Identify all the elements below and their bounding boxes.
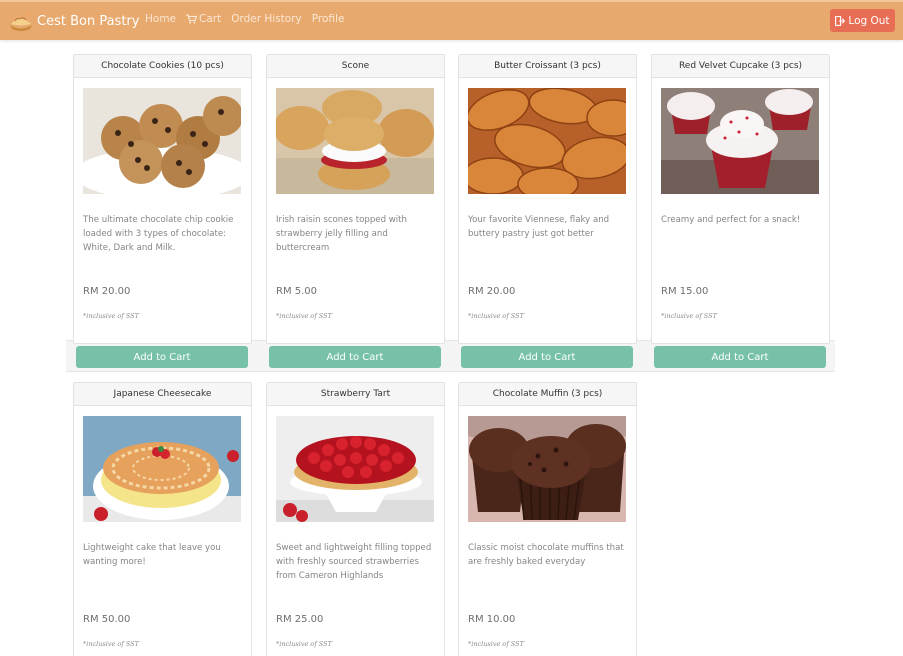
product-card: Butter Croissant (3 pcs) Your favorite V… [458, 54, 637, 344]
product-name: Red Velvet Cupcake (3 pcs) [652, 55, 829, 78]
sst-note: *inclusive of SST [468, 640, 524, 648]
pastry-logo-icon [10, 12, 32, 31]
product-card: Chocolate Muffin (3 pcs) Classic moist c… [458, 382, 637, 656]
product-price: RM 20.00 [83, 286, 131, 297]
logout-button[interactable]: Log Out [830, 9, 895, 32]
product-name: Strawberry Tart [267, 383, 444, 406]
nav-profile-link[interactable]: Profile [312, 13, 345, 25]
sst-note: *inclusive of SST [661, 312, 717, 320]
product-image-muffin [468, 416, 626, 522]
sst-note: *inclusive of SST [83, 312, 139, 320]
product-description: Sweet and lightweight filling topped wit… [276, 543, 432, 581]
logout-label: Log Out [848, 14, 890, 27]
add-to-cart-button[interactable]: Add to Cart [269, 346, 441, 368]
product-name: Butter Croissant (3 pcs) [459, 55, 636, 78]
product-price: RM 15.00 [661, 286, 709, 297]
product-price: RM 5.00 [276, 286, 318, 297]
logout-icon [835, 15, 846, 26]
brand-name: Cest Bon Pastry [37, 13, 140, 29]
nav-links: Home Cart Order History Profile [145, 13, 344, 25]
product-card: Chocolate Cookies (10 pcs) The ultimate … [73, 54, 252, 344]
add-to-cart-button[interactable]: Add to Cart [461, 346, 633, 368]
product-card: Scone Irish raisin scones topped with st… [266, 54, 445, 344]
product-image-croissant [468, 88, 626, 194]
sst-note: *inclusive of SST [276, 640, 332, 648]
nav-home-link[interactable]: Home [145, 13, 176, 25]
sst-note: *inclusive of SST [468, 312, 524, 320]
product-description: Your favorite Viennese, flaky and butter… [468, 215, 610, 239]
navbar: Cest Bon Pastry Home Cart Order History … [0, 0, 903, 40]
nav-order-history-link[interactable]: Order History [231, 13, 302, 25]
nav-cart-link[interactable]: Cart [186, 13, 221, 25]
cart-icon [186, 14, 198, 24]
product-description: Classic moist chocolate muffins that are… [468, 543, 624, 567]
product-description: Irish raisin scones topped with strawber… [276, 215, 407, 253]
product-image-cookies [83, 88, 241, 194]
add-to-cart-button[interactable]: Add to Cart [654, 346, 826, 368]
product-name: Scone [267, 55, 444, 78]
product-card: Red Velvet Cupcake (3 pcs) Creamy and pe… [651, 54, 830, 344]
product-price: RM 20.00 [468, 286, 516, 297]
product-name: Japanese Cheesecake [74, 383, 251, 406]
product-description: The ultimate chocolate chip cookie loade… [83, 215, 234, 253]
product-image-scone [276, 88, 434, 194]
product-card: Strawberry Tart Sweet and lightweight fi… [266, 382, 445, 656]
product-name: Chocolate Muffin (3 pcs) [459, 383, 636, 406]
product-image-cheesecake [83, 416, 241, 522]
product-price: RM 25.00 [276, 614, 324, 625]
product-name: Chocolate Cookies (10 pcs) [74, 55, 251, 78]
product-image-strawberry-tart [276, 416, 434, 522]
product-description: Creamy and perfect for a snack! [661, 215, 801, 225]
sst-note: *inclusive of SST [83, 640, 139, 648]
sst-note: *inclusive of SST [276, 312, 332, 320]
brand-link[interactable]: Cest Bon Pastry [8, 9, 139, 33]
add-to-cart-button[interactable]: Add to Cart [76, 346, 248, 368]
nav-cart-label: Cart [199, 13, 222, 25]
product-price: RM 10.00 [468, 614, 516, 625]
product-card: Japanese Cheesecake Lightweight cake tha… [73, 382, 252, 656]
product-price: RM 50.00 [83, 614, 131, 625]
product-description: Lightweight cake that leave you wanting … [83, 543, 221, 567]
product-image-cupcake [661, 88, 819, 194]
